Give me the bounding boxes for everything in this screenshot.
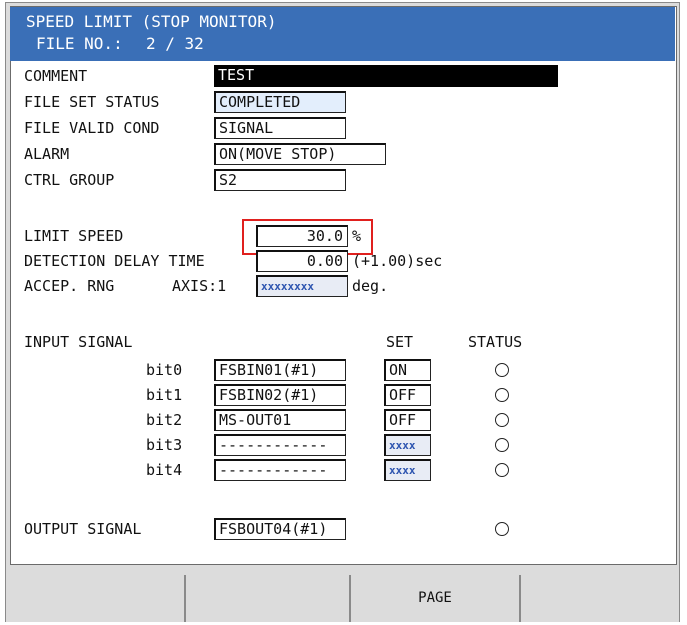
set-header: SET [386,333,414,351]
bit-label: bit2 [146,411,183,429]
accep-rng-label: ACCEP. RNG [24,277,115,295]
title-bar: SPEED LIMIT (STOP MONITOR) FILE NO.: 2 /… [10,7,675,61]
function-key-4[interactable] [520,575,680,622]
set-field[interactable]: OFF [384,384,431,406]
output-signal-label: OUTPUT SIGNAL [24,520,142,538]
status-indicator [495,388,509,402]
comment-label: COMMENT [24,67,88,85]
input-signal-field[interactable]: ------------ [214,434,346,456]
output-signal-field[interactable]: FSBOUT04(#1) [214,518,346,540]
function-key-1[interactable] [5,575,185,622]
set-field[interactable]: ON [384,359,431,381]
input-signal-field[interactable]: FSBIN01(#1) [214,359,346,381]
bit-label: bit1 [146,386,183,404]
input-signal-field[interactable]: MS-OUT01 [214,409,346,431]
output-status-indicator [495,522,509,536]
alarm-label: ALARM [24,145,70,163]
accep-rng-unit: deg. [352,277,389,295]
file-no-value: 2 / 32 [146,34,204,53]
bit-label: bit3 [146,436,183,454]
screen-title: SPEED LIMIT (STOP MONITOR) [26,12,277,31]
detection-delay-field[interactable]: 0.00 [256,250,348,272]
input-signal-label: INPUT SIGNAL [24,333,133,351]
status-indicator [495,438,509,452]
set-field[interactable]: OFF [384,409,431,431]
accep-rng-field[interactable]: xxxxxxxx [256,275,348,297]
ctrl-group-label: CTRL GROUP [24,171,115,189]
function-key-2[interactable] [185,575,350,622]
file-valid-cond-label: FILE VALID COND [24,119,160,137]
detection-delay-label: DETECTION DELAY TIME [24,252,205,270]
alarm-field[interactable]: ON(MOVE STOP) [214,143,386,165]
page-button[interactable]: PAGE [350,575,520,622]
status-indicator [495,463,509,477]
limit-speed-label: LIMIT SPEED [24,227,124,245]
accep-rng-axis: AXIS:1 [172,277,227,295]
comment-field[interactable]: TEST [214,65,558,87]
file-set-status-label: FILE SET STATUS [24,93,160,111]
detection-delay-suffix: (+1.00)sec [352,252,443,270]
ctrl-group-field[interactable]: S2 [214,169,346,191]
file-valid-cond-field[interactable]: SIGNAL [214,117,346,139]
input-signal-field[interactable]: ------------ [214,459,346,481]
bit-label: bit0 [146,361,183,379]
input-signal-field[interactable]: FSBIN02(#1) [214,384,346,406]
status-header: STATUS [468,333,523,351]
status-indicator [495,413,509,427]
status-indicator [495,363,509,377]
set-field[interactable]: xxxx [384,434,431,456]
file-set-status-field[interactable]: COMPLETED [214,91,346,113]
file-no-label: FILE NO.: [36,34,123,53]
set-field[interactable]: xxxx [384,459,431,481]
bit-label: bit4 [146,461,183,479]
